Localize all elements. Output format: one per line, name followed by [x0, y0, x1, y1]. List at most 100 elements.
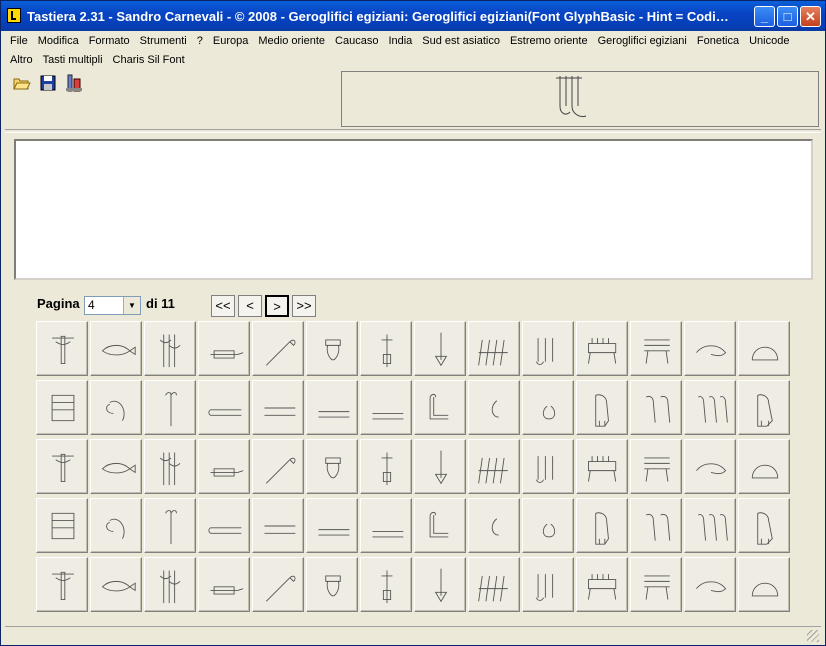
menu-medio-oriente[interactable]: Medio oriente [253, 32, 330, 50]
menu-unicode[interactable]: Unicode [744, 32, 794, 50]
glyph-key-small-curl[interactable] [468, 380, 520, 435]
glyph-key-falcon2[interactable] [36, 439, 88, 494]
glyph-key-stork[interactable] [198, 557, 250, 612]
glyph-key-two-vultures[interactable] [630, 380, 682, 435]
glyph-key-sparrow[interactable] [414, 557, 466, 612]
glyph-key-ibis-standard[interactable] [522, 498, 574, 553]
glyph-key-vessel[interactable] [36, 380, 88, 435]
glyph-key-bird-crown[interactable] [576, 439, 628, 494]
glyph-key-spoonbill[interactable] [306, 557, 358, 612]
chevron-down-icon[interactable]: ▼ [123, 297, 140, 314]
glyph-key-wing[interactable] [90, 380, 142, 435]
maximize-button[interactable]: □ [777, 6, 798, 27]
glyph-key-lotus[interactable] [576, 557, 628, 612]
glyph-key-bar4[interactable] [360, 380, 412, 435]
menu-india[interactable]: India [383, 32, 417, 50]
menu-estremo-oriente[interactable]: Estremo oriente [505, 32, 593, 50]
glyph-key-owl[interactable] [36, 498, 88, 553]
glyph-key-bird-flying[interactable] [414, 498, 466, 553]
glyph-key-falcon-standard[interactable] [252, 439, 304, 494]
glyph-key-flamingo[interactable] [252, 557, 304, 612]
glyph-key-falcon-plants[interactable] [414, 439, 466, 494]
glyph-key-bar3[interactable] [306, 380, 358, 435]
menu-geroglifici-egiziani[interactable]: Geroglifici egiziani [593, 32, 692, 50]
glyph-key-falcon-perch[interactable] [144, 439, 196, 494]
menu-help[interactable]: ? [192, 32, 208, 50]
menu-altro[interactable]: Altro [5, 51, 38, 69]
last-page-button[interactable]: >> [292, 295, 316, 317]
menu-caucaso[interactable]: Caucaso [330, 32, 383, 50]
glyph-key-strokes[interactable] [468, 321, 520, 376]
keyboard-settings-icon[interactable] [63, 72, 86, 94]
glyph-key-falcon[interactable] [738, 380, 790, 435]
glyph-key-ibis[interactable] [468, 498, 520, 553]
app-icon[interactable] [7, 8, 21, 23]
glyph-key-falcon-sun[interactable] [360, 439, 412, 494]
glyph-key-small-pot[interactable] [522, 380, 574, 435]
menu-europa[interactable]: Europa [208, 32, 253, 50]
glyph-key-stand2[interactable] [684, 321, 736, 376]
glyph-key-goose[interactable] [468, 557, 520, 612]
glyph-key-staff[interactable] [144, 380, 196, 435]
glyph-key-falcon-nest[interactable] [306, 439, 358, 494]
glyph-key-sledge[interactable] [198, 321, 250, 376]
glyph-key-arrow[interactable] [414, 321, 466, 376]
glyph-key-falcon-boat[interactable] [198, 439, 250, 494]
glyph-key-plant-bundle[interactable] [144, 321, 196, 376]
glyph-key-ibis-crest[interactable] [252, 498, 304, 553]
glyph-key-heron2[interactable] [738, 498, 790, 553]
glyph-key-three-vultures[interactable] [684, 380, 736, 435]
glyph-key-bird-lying[interactable] [468, 439, 520, 494]
menu-strumenti[interactable]: Strumenti [135, 32, 192, 50]
menu-file[interactable]: File [5, 32, 33, 50]
prev-page-button[interactable]: < [238, 295, 262, 317]
glyph-key-flowers[interactable] [522, 321, 574, 376]
menu-sud-est-asiatico[interactable]: Sud est asiatico [417, 32, 505, 50]
glyph-key-reed[interactable] [252, 321, 304, 376]
glyph-key-three-birds[interactable] [36, 557, 88, 612]
first-page-button[interactable]: << [211, 295, 235, 317]
glyph-key-falcon4[interactable] [630, 439, 682, 494]
menu-modifica[interactable]: Modifica [33, 32, 84, 50]
menu-fonetica[interactable]: Fonetica [692, 32, 744, 50]
save-disk-icon[interactable] [37, 72, 60, 94]
menu-tasti-multipli[interactable]: Tasti multipli [38, 51, 108, 69]
glyph-key-feather[interactable] [684, 557, 736, 612]
glyph-key-bird-shrine[interactable] [522, 439, 574, 494]
glyph-key-bird-fish[interactable] [630, 498, 682, 553]
glyph-key-falcon-basket[interactable] [738, 439, 790, 494]
minimize-button[interactable]: _ [754, 6, 775, 27]
glyph-key-bird-crest[interactable] [360, 498, 412, 553]
page-select[interactable]: 4 ▼ [84, 296, 141, 315]
text-editor[interactable] [14, 139, 813, 280]
glyph-key-comb[interactable] [576, 321, 628, 376]
glyph-key-falcon3[interactable] [90, 439, 142, 494]
glyph-key-owl-arm[interactable] [144, 498, 196, 553]
next-page-button[interactable]: > [265, 295, 289, 317]
glyph-key-vulture[interactable] [576, 380, 628, 435]
glyph-key-curve[interactable] [738, 321, 790, 376]
glyph-key-swallow[interactable] [306, 498, 358, 553]
glyph-key-heron[interactable] [684, 498, 736, 553]
glyph-key-sistrum[interactable] [360, 321, 412, 376]
glyph-key-falcon5[interactable] [684, 439, 736, 494]
glyph-key-bar[interactable] [198, 380, 250, 435]
glyph-key-two-owls[interactable] [90, 498, 142, 553]
glyph-key-bar2[interactable] [252, 380, 304, 435]
glyph-key-crow[interactable] [360, 557, 412, 612]
glyph-key-loom[interactable] [738, 557, 790, 612]
resize-grip[interactable] [807, 630, 819, 642]
glyph-key-ibis2[interactable] [576, 498, 628, 553]
menu-formato[interactable]: Formato [84, 32, 135, 50]
glyph-key-stand[interactable] [630, 321, 682, 376]
title-bar[interactable]: Tastiera 2.31 - Sandro Carnevali - © 200… [1, 1, 825, 31]
glyph-key-owl-bread[interactable] [198, 498, 250, 553]
glyph-key-branch[interactable] [36, 321, 88, 376]
glyph-key-fish[interactable] [90, 321, 142, 376]
glyph-key-bird-perch[interactable] [144, 557, 196, 612]
close-button[interactable]: ✕ [800, 6, 821, 27]
glyph-key-goose2[interactable] [522, 557, 574, 612]
open-folder-icon[interactable] [11, 72, 33, 94]
menu-charis-sil-font[interactable]: Charis Sil Font [108, 51, 190, 69]
glyph-key-panels[interactable] [630, 557, 682, 612]
